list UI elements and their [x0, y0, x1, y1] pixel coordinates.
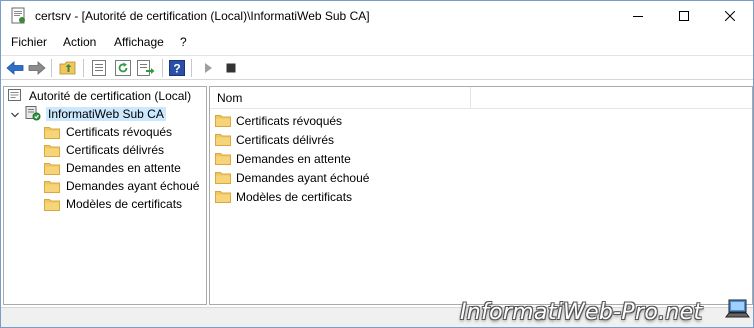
watermark-text: InformatiWeb-Pro.net	[460, 300, 703, 325]
toolbar-separator	[191, 59, 192, 77]
list-item[interactable]: Certificats délivrés	[215, 130, 334, 149]
refresh-icon[interactable]	[114, 59, 132, 77]
minimize-icon	[633, 16, 643, 17]
list-item[interactable]: Certificats révoqués	[215, 111, 342, 130]
column-header-row: Nom	[210, 87, 752, 109]
console-tree[interactable]: Autorité de certification (Local) Inform…	[3, 86, 207, 305]
tree-root[interactable]: Autorité de certification (Local)	[7, 87, 193, 105]
folder-icon	[215, 171, 231, 184]
toolbar: ?	[1, 55, 753, 80]
laptop-logo-icon	[725, 296, 751, 322]
menu-help[interactable]: ?	[180, 35, 187, 49]
ca-server-icon	[24, 105, 42, 124]
list-item-label: Demandes ayant échoué	[236, 170, 370, 185]
menu-bar: Fichier Action Affichage ?	[1, 33, 753, 53]
tree-item-failed[interactable]: Demandes ayant échoué	[44, 177, 201, 195]
column-divider[interactable]	[470, 87, 471, 109]
list-item[interactable]: Demandes ayant échoué	[215, 168, 369, 187]
tree-item-templates[interactable]: Modèles de certificats	[44, 195, 184, 213]
forward-arrow-icon[interactable]	[28, 59, 46, 77]
window-title: certsrv - [Autorité de certification (Lo…	[35, 9, 370, 23]
back-arrow-icon[interactable]	[6, 59, 24, 77]
properties-icon[interactable]	[90, 59, 108, 77]
up-folder-icon[interactable]	[59, 59, 77, 77]
folder-icon	[215, 133, 231, 146]
results-pane[interactable]: Nom Certificats révoqués Certificats dél…	[209, 86, 753, 305]
list-item[interactable]: Demandes en attente	[215, 149, 351, 168]
tree-item-label: Modèles de certificats	[66, 197, 183, 211]
menu-affichage[interactable]: Affichage	[114, 35, 164, 49]
folder-icon	[44, 126, 60, 139]
folder-icon	[44, 198, 60, 211]
toolbar-separator	[83, 59, 84, 77]
folder-icon	[215, 152, 231, 165]
close-icon	[725, 11, 735, 21]
tree-item-ca[interactable]: InformatiWeb Sub CA	[24, 105, 166, 123]
list-item-label: Certificats révoqués	[236, 113, 343, 128]
list-item-label: Certificats délivrés	[236, 132, 335, 147]
chevron-down-icon[interactable]	[10, 109, 20, 119]
folder-icon	[215, 114, 231, 127]
tree-item-label: Demandes en attente	[66, 161, 181, 175]
tree-root-label: Autorité de certification (Local)	[29, 89, 192, 103]
tree-item-label: Certificats délivrés	[66, 143, 165, 157]
list-item[interactable]: Modèles de certificats	[215, 187, 352, 206]
folder-icon	[44, 162, 60, 175]
certificate-authority-icon	[7, 87, 23, 106]
folder-icon	[44, 144, 60, 157]
folder-icon	[44, 180, 60, 193]
tree-item-label: Demandes ayant échoué	[66, 179, 200, 193]
close-button[interactable]	[707, 1, 753, 31]
certsrv-app-icon	[10, 7, 28, 25]
toolbar-separator	[51, 59, 52, 77]
list-item-label: Modèles de certificats	[236, 189, 353, 204]
column-header-nom[interactable]: Nom	[217, 91, 242, 105]
export-list-icon[interactable]	[137, 59, 155, 77]
menu-fichier[interactable]: Fichier	[11, 35, 47, 49]
tree-item-ca-label: InformatiWeb Sub CA	[46, 107, 166, 121]
svg-text:?: ?	[173, 62, 180, 76]
folder-icon	[215, 190, 231, 203]
list-item-label: Demandes en attente	[236, 151, 351, 166]
toolbar-separator	[162, 59, 163, 77]
tree-item-pending[interactable]: Demandes en attente	[44, 159, 183, 177]
maximize-icon	[679, 11, 689, 21]
mmc-window: certsrv - [Autorité de certification (Lo…	[0, 0, 754, 328]
tree-item-label: Certificats révoqués	[66, 125, 173, 139]
tree-item-revoked[interactable]: Certificats révoqués	[44, 123, 174, 141]
help-icon[interactable]: ?	[168, 59, 186, 77]
maximize-button[interactable]	[661, 1, 707, 31]
title-bar[interactable]: certsrv - [Autorité de certification (Lo…	[1, 1, 753, 31]
menu-action[interactable]: Action	[63, 35, 96, 49]
minimize-button[interactable]	[615, 1, 661, 31]
stop-service-icon[interactable]	[222, 59, 240, 77]
tree-item-issued[interactable]: Certificats délivrés	[44, 141, 166, 159]
start-service-icon[interactable]	[199, 59, 217, 77]
